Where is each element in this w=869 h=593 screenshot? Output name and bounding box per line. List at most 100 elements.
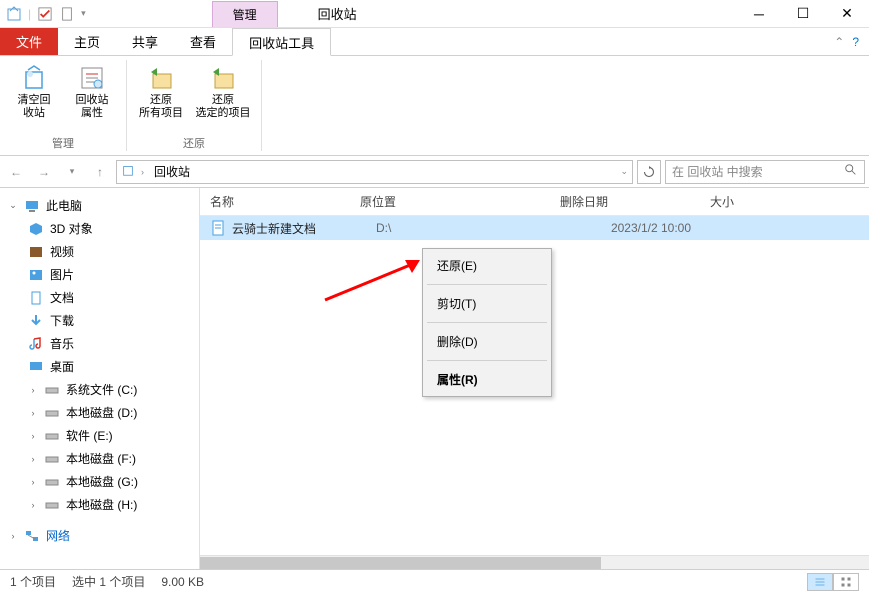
tree-downloads[interactable]: 下载 (0, 309, 199, 332)
tree-network[interactable]: › 网络 (0, 524, 199, 547)
window-controls: ─ ☐ ✕ (737, 0, 869, 28)
history-dropdown[interactable]: ▾ (60, 160, 84, 184)
tab-file[interactable]: 文件 (0, 28, 58, 55)
column-name[interactable]: 名称 (210, 193, 360, 210)
drive-icon (44, 474, 60, 490)
minimize-button[interactable]: ─ (737, 0, 781, 28)
tree-drive-f[interactable]: › 本地磁盘 (F:) (0, 447, 199, 470)
collapse-ribbon-icon[interactable]: ⌃ (834, 35, 844, 49)
view-switcher (807, 573, 859, 591)
tree-drive-g[interactable]: › 本地磁盘 (G:) (0, 470, 199, 493)
tree-drive-h[interactable]: › 本地磁盘 (H:) (0, 493, 199, 516)
details-view-button[interactable] (807, 573, 833, 591)
maximize-button[interactable]: ☐ (781, 0, 825, 28)
video-icon (28, 244, 44, 260)
status-selected-count: 选中 1 个项目 (72, 573, 145, 590)
group-manage-label: 管理 (10, 131, 116, 151)
tree-3d-objects[interactable]: 3D 对象 (0, 217, 199, 240)
tree-this-pc[interactable]: ⌄ 此电脑 (0, 194, 199, 217)
breadcrumb-location[interactable]: 回收站 (150, 163, 194, 180)
navigation-pane[interactable]: ⌄ 此电脑 3D 对象 视频 图片 文档 下载 音乐 (0, 188, 200, 569)
scrollbar-thumb[interactable] (200, 557, 601, 569)
tree-music[interactable]: 音乐 (0, 332, 199, 355)
chevron-right-icon[interactable]: › (28, 431, 38, 441)
empty-recycle-button[interactable]: 清空回 收站 (10, 60, 58, 120)
ribbon-help: ⌃ ? (824, 28, 869, 55)
forward-button[interactable]: → (32, 160, 56, 184)
menu-restore[interactable]: 还原(E) (423, 249, 551, 282)
menu-cut[interactable]: 剪切(T) (423, 287, 551, 320)
recycle-properties-button[interactable]: 回收站 属性 (68, 60, 116, 120)
tree-drive-c[interactable]: › 系统文件 (C:) (0, 378, 199, 401)
qat-separator: | (28, 7, 31, 21)
desktop-icon (28, 359, 44, 375)
tree-videos[interactable]: 视频 (0, 240, 199, 263)
tab-view[interactable]: 查看 (174, 28, 232, 55)
menu-properties[interactable]: 属性(R) (423, 363, 551, 396)
tab-recycle-tools[interactable]: 回收站工具 (232, 28, 331, 56)
help-icon[interactable]: ? (852, 35, 859, 49)
tree-label: 图片 (50, 266, 74, 283)
column-location[interactable]: 原位置 (360, 193, 560, 210)
chevron-down-icon[interactable]: ⌄ (8, 200, 18, 211)
menu-delete[interactable]: 删除(D) (423, 325, 551, 358)
document-icon[interactable] (59, 6, 75, 22)
file-row[interactable]: 云骑士新建文档 D:\ 2023/1/2 10:00 (200, 216, 869, 240)
close-button[interactable]: ✕ (825, 0, 869, 28)
icons-view-button[interactable] (833, 573, 859, 591)
checkbox-icon[interactable] (37, 6, 53, 22)
back-button[interactable]: ← (4, 160, 28, 184)
restore-all-icon (147, 64, 175, 92)
tree-drive-e[interactable]: › 软件 (E:) (0, 424, 199, 447)
file-date: 2023/1/2 10:00 (576, 221, 726, 235)
menu-separator (427, 360, 547, 361)
horizontal-scrollbar[interactable] (200, 555, 869, 569)
file-name: 云骑士新建文档 (232, 220, 376, 237)
drive-icon (44, 382, 60, 398)
ribbon-group-manage: 清空回 收站 回收站 属性 管理 (0, 60, 127, 151)
chevron-right-icon[interactable]: › (28, 385, 38, 395)
context-menu: 还原(E) 剪切(T) 删除(D) 属性(R) (422, 248, 552, 397)
restore-selected-button[interactable]: 还原 选定的项目 (195, 60, 251, 120)
status-size: 9.00 KB (161, 575, 204, 589)
ribbon-body: 清空回 收站 回收站 属性 管理 还原 所有项目 还原 (0, 56, 869, 156)
chevron-right-icon[interactable]: › (28, 408, 38, 418)
tree-pictures[interactable]: 图片 (0, 263, 199, 286)
qat-dropdown-icon[interactable]: ▾ (81, 8, 86, 19)
tab-share[interactable]: 共享 (116, 28, 174, 55)
column-date[interactable]: 删除日期 (560, 193, 710, 210)
group-restore-label: 还原 (137, 131, 251, 151)
column-size[interactable]: 大小 (710, 193, 869, 210)
contextual-tab-header: 管理 (212, 1, 278, 27)
tree-label: 网络 (46, 527, 70, 544)
address-bar[interactable]: › 回收站 ⌄ (116, 160, 633, 184)
drive-icon (44, 405, 60, 421)
recycle-bin-icon (121, 163, 135, 180)
chevron-right-icon[interactable]: › (28, 454, 38, 464)
chevron-right-icon[interactable]: › (28, 500, 38, 510)
tree-label: 音乐 (50, 335, 74, 352)
search-icon[interactable] (844, 163, 858, 180)
navigation-bar: ← → ▾ ↑ › 回收站 ⌄ 在 回收站 中搜索 (0, 156, 869, 188)
search-box[interactable]: 在 回收站 中搜索 (665, 160, 865, 184)
tree-label: 视频 (50, 243, 74, 260)
tab-home[interactable]: 主页 (58, 28, 116, 55)
up-button[interactable]: ↑ (88, 160, 112, 184)
tree-drive-d[interactable]: › 本地磁盘 (D:) (0, 401, 199, 424)
restore-all-button[interactable]: 还原 所有项目 (137, 60, 185, 120)
properties-icon (78, 64, 106, 92)
file-location: D:\ (376, 221, 576, 235)
tree-documents[interactable]: 文档 (0, 286, 199, 309)
menu-separator (427, 284, 547, 285)
tree-label: 软件 (E:) (66, 427, 113, 444)
empty-recycle-label: 清空回 收站 (18, 94, 51, 120)
address-dropdown-icon[interactable]: ⌄ (620, 166, 628, 177)
status-item-count: 1 个项目 (10, 573, 56, 590)
search-placeholder: 在 回收站 中搜索 (672, 163, 763, 180)
refresh-button[interactable] (637, 160, 661, 184)
chevron-right-icon[interactable]: › (8, 531, 18, 541)
tree-label: 文档 (50, 289, 74, 306)
chevron-right-icon[interactable]: › (28, 477, 38, 487)
tree-desktop[interactable]: 桌面 (0, 355, 199, 378)
pictures-icon (28, 267, 44, 283)
